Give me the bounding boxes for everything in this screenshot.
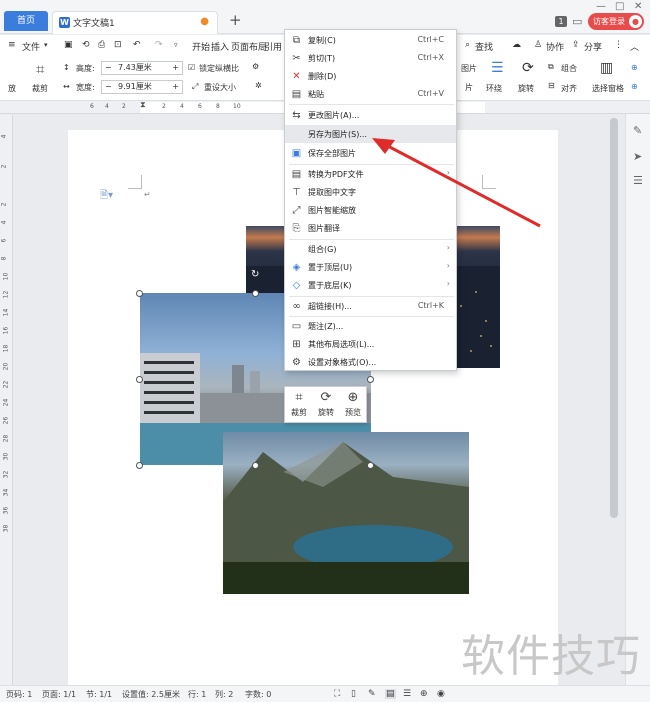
read-mode-icon[interactable]: ▯ [351,689,356,699]
wps-writer-window: 首页 W 文字文稿1 ● + — □ ✕ 1 ▭ 访客登录 ● ≡ 文件 ▾ ▣ … [0,0,650,702]
fullscreen-icon[interactable]: ⛶ [334,689,340,699]
edit-mode-icon[interactable]: ✎ [368,689,376,699]
status-bar: 页码: 1 页面: 1/1 节: 1/1 设置值: 2.5厘米 行: 1 列: … [0,685,650,702]
page-view-icon[interactable]: ▤ [385,689,396,699]
status-col: 列: 2 [215,690,234,699]
arrow-shaft [383,142,541,228]
status-page-num[interactable]: 页码: 1 [6,689,32,700]
arrow-head [372,138,395,154]
cursor-icon[interactable]: ➤ [633,150,642,163]
settings-sliders-icon[interactable]: ☰ [633,174,643,187]
status-row: 行: 1 [188,690,207,699]
pen-icon[interactable]: ✎ [633,124,642,137]
outline-view-icon[interactable]: ☰ [403,689,411,699]
annotation-arrow [372,138,541,228]
web-view-icon[interactable]: ⊕ [420,689,428,699]
eye-care-icon[interactable]: ◉ [437,689,445,699]
status-setting: 设置值: 2.5厘米 [122,690,180,699]
watermark-text: 软件技巧 [461,631,641,682]
status-words[interactable]: 字数: 0 [245,689,271,700]
vertical-scrollbar[interactable] [610,118,618,518]
status-section: 节: 1/1 [86,690,113,699]
right-side-panel: ✎ ➤ ☰ [625,114,650,685]
status-pages[interactable]: 页面: 1/1 [42,689,76,700]
